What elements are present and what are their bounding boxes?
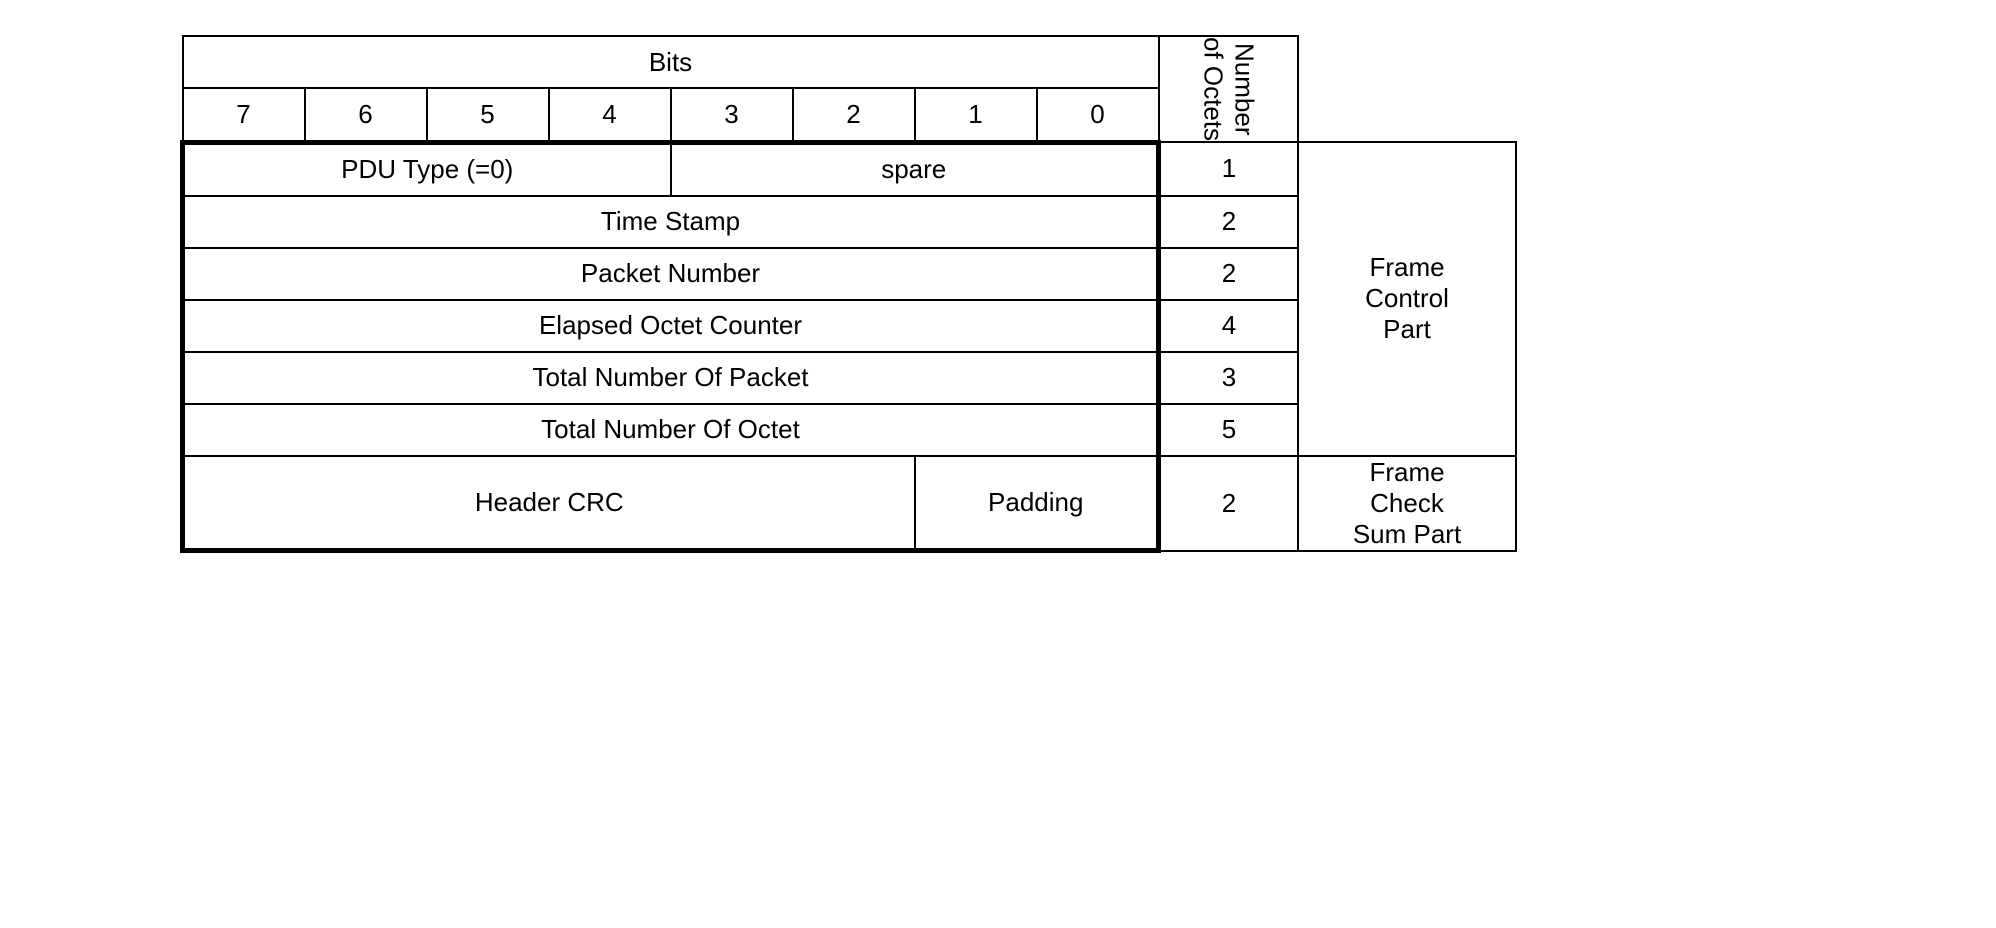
field-pdu-type: PDU Type (=0) [183, 142, 671, 196]
octets-0: 1 [1159, 142, 1299, 196]
field-spare: spare [671, 142, 1159, 196]
bit-col-6: 6 [305, 88, 427, 142]
num-octets-label: Number of Octets [1197, 37, 1259, 141]
field-time-stamp: Time Stamp [183, 196, 1159, 248]
blank-part-top [1298, 36, 1516, 142]
octets-2: 2 [1159, 248, 1299, 300]
octets-1: 2 [1159, 196, 1299, 248]
bit-col-3: 3 [671, 88, 793, 142]
bit-col-7: 7 [183, 88, 305, 142]
octets-5: 5 [1159, 404, 1299, 456]
bit-col-2: 2 [793, 88, 915, 142]
field-padding: Padding [915, 456, 1159, 551]
bit-col-5: 5 [427, 88, 549, 142]
field-total-num-octet: Total Number Of Octet [183, 404, 1159, 456]
bit-col-4: 4 [549, 88, 671, 142]
bit-col-1: 1 [915, 88, 1037, 142]
num-octets-header: Number of Octets [1159, 36, 1299, 142]
octets-6: 2 [1159, 456, 1299, 551]
bit-col-0: 0 [1037, 88, 1159, 142]
pdu-structure-table: Bits Number of Octets 7 6 5 4 3 2 1 0 PD… [180, 35, 1517, 553]
field-total-num-packet: Total Number Of Packet [183, 352, 1159, 404]
bits-header: Bits [183, 36, 1159, 88]
field-header-crc: Header CRC [183, 456, 915, 551]
part-frame-check-sum: Frame Check Sum Part [1298, 456, 1516, 551]
field-elapsed-octet-counter: Elapsed Octet Counter [183, 300, 1159, 352]
part-frame-control: Frame Control Part [1298, 142, 1516, 456]
field-packet-number: Packet Number [183, 248, 1159, 300]
octets-4: 3 [1159, 352, 1299, 404]
octets-3: 4 [1159, 300, 1299, 352]
